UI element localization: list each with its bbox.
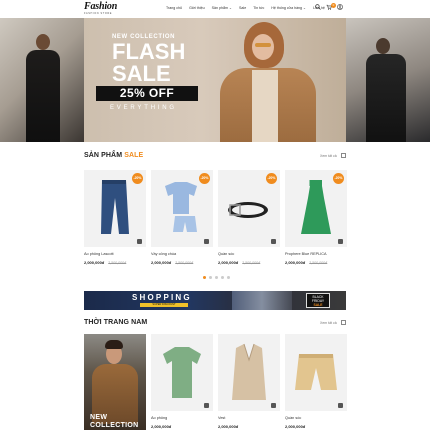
banner-subtitle: SUPER DISCOUNT: [140, 303, 188, 307]
sale-see-all-link[interactable]: Xem tất cả: [320, 154, 337, 158]
nav-item-stores[interactable]: Hệ thống cửa hàng ⌄: [271, 6, 306, 10]
nav-item-sale[interactable]: Sale: [239, 6, 246, 10]
carousel-dot[interactable]: [209, 276, 212, 279]
product-card[interactable]: Vest 2,000,000đ: [218, 334, 280, 429]
promo-text: NEW COLLECTION: [90, 414, 139, 430]
product-price: 2,000,000đ: [218, 424, 239, 429]
discount-badge: -20%: [199, 173, 210, 184]
add-to-cart-icon[interactable]: [137, 239, 142, 244]
discount-badge: -20%: [266, 173, 277, 184]
product-old-price: 2,500,000đ: [175, 261, 194, 265]
hero-text-block: NEW COLLECTION FLASH SALE: [112, 34, 186, 86]
product-image[interactable]: -20%: [285, 170, 347, 247]
hero-side-image-right: [346, 18, 430, 142]
nav-item-products[interactable]: Sản phẩm ⌄: [212, 6, 232, 10]
men-promo-banner[interactable]: NEW COLLECTION: [84, 334, 146, 430]
hero-title-line2: SALE: [112, 61, 171, 86]
men-see-all-link[interactable]: Xem tất cả: [320, 321, 337, 325]
product-card[interactable]: Áo phông 2,000,000đ: [151, 334, 213, 429]
sale-section-title: SẢN PHẨM SALE: [84, 152, 143, 159]
product-card[interactable]: -20% Prophere Blue REPLICA 2,000,000đ 2,5…: [285, 170, 347, 265]
bf-line3: SALE: [313, 303, 323, 307]
hero-title-line1: FLASH: [112, 39, 186, 64]
product-image[interactable]: -20%: [151, 170, 213, 247]
product-price: 2,000,000đ: [285, 424, 306, 429]
product-image[interactable]: [151, 334, 213, 411]
promo-line1: NEW: [90, 414, 108, 421]
product-old-price: 2,500,000đ: [309, 261, 328, 265]
product-card[interactable]: Quần sóc 2,000,000đ: [285, 334, 347, 429]
product-price: 2,000,000đ: [151, 424, 172, 429]
discount-badge: -20%: [333, 173, 344, 184]
add-to-cart-icon[interactable]: [271, 403, 276, 408]
product-name[interactable]: Áo phông Lascott: [84, 252, 146, 257]
header-icons: [315, 4, 343, 10]
nav-item-home[interactable]: Trang chủ: [166, 6, 182, 10]
brand-name: Fashion: [84, 1, 118, 12]
nav-item-news[interactable]: Tin tức: [253, 6, 264, 10]
product-name[interactable]: Vest: [218, 416, 280, 421]
product-name[interactable]: Quần sóc: [285, 416, 347, 421]
hero-discount: 25% OFF: [96, 86, 198, 101]
banner-image: [232, 291, 292, 310]
product-price: 2,000,000đ: [218, 260, 239, 265]
grid-icon[interactable]: [341, 153, 346, 158]
product-name[interactable]: Prophere Blue REPLICA: [285, 252, 347, 257]
sale-title-highlight: SALE: [124, 152, 144, 159]
men-section-title: THỜI TRANG NAM: [84, 319, 148, 326]
add-to-cart-icon[interactable]: [338, 239, 343, 244]
hero-main-banner[interactable]: NEW COLLECTION FLASH SALE 25% OFF EVERYT…: [84, 18, 346, 142]
banner-title: SHOPPING: [132, 293, 192, 302]
product-image[interactable]: [218, 334, 280, 411]
brand-tagline: FASHION STORE: [84, 12, 113, 15]
shopping-banner[interactable]: SHOPPING SUPER DISCOUNT BLACK FRIDAY SAL…: [84, 291, 346, 310]
black-friday-badge: BLACK FRIDAY SALE: [306, 293, 330, 308]
product-image[interactable]: -20%: [218, 170, 280, 247]
carousel-dots: [203, 276, 230, 279]
product-name[interactable]: Váy công chúa: [151, 252, 213, 257]
product-price: 2,000,000đ: [285, 260, 306, 265]
header: Fashion FASHION STORE Trang chủ Giới thi…: [0, 0, 430, 18]
carousel-dot[interactable]: [203, 276, 206, 279]
carousel-dot[interactable]: [221, 276, 224, 279]
hero-tagline: EVERYTHING: [110, 105, 177, 111]
brand-logo[interactable]: Fashion FASHION STORE: [84, 1, 118, 16]
product-old-price: 2,500,000đ: [108, 261, 127, 265]
grid-icon[interactable]: [341, 320, 346, 325]
add-to-cart-icon[interactable]: [338, 403, 343, 408]
carousel-dot[interactable]: [227, 276, 230, 279]
sale-title-main: SẢN PHẨM: [84, 152, 125, 159]
product-price: 2,000,000đ: [151, 260, 172, 265]
product-old-price: 2,500,000đ: [242, 261, 261, 265]
discount-badge: -20%: [132, 173, 143, 184]
nav-item-about[interactable]: Giới thiệu: [189, 6, 205, 10]
hero-slider[interactable]: NEW COLLECTION FLASH SALE 25% OFF EVERYT…: [0, 18, 430, 142]
user-icon[interactable]: [337, 4, 343, 10]
product-image[interactable]: [285, 334, 347, 411]
product-name[interactable]: Quần sóc: [218, 252, 280, 257]
main-nav: Trang chủ Giới thiệu Sản phẩm ⌄ Sale Tin…: [166, 6, 325, 10]
hero-side-image-left: [0, 18, 84, 142]
product-card[interactable]: -20% Quần sóc 2,000,000đ 2,500,000đ: [218, 170, 280, 265]
product-card[interactable]: -20% Áo phông Lascott 2,000,000đ 2,500,00…: [84, 170, 146, 265]
cart-count-badge: 0: [331, 3, 336, 8]
carousel-dot[interactable]: [215, 276, 218, 279]
promo-line2: COLLECTION: [90, 422, 139, 429]
product-card[interactable]: -20% Váy công chúa 2,000,000đ 2,500,000đ: [151, 170, 213, 265]
product-name[interactable]: Áo phông: [151, 416, 213, 421]
search-icon[interactable]: [315, 4, 321, 10]
add-to-cart-icon[interactable]: [271, 239, 276, 244]
add-to-cart-icon[interactable]: [204, 239, 209, 244]
product-price: 2,000,000đ: [84, 260, 105, 265]
product-image[interactable]: -20%: [84, 170, 146, 247]
add-to-cart-icon[interactable]: [204, 403, 209, 408]
